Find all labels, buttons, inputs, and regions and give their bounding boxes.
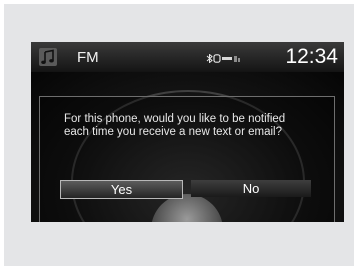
music-note-icon[interactable] (39, 48, 57, 66)
bluetooth-phone-indicators (206, 54, 240, 63)
yes-button[interactable]: Yes (60, 180, 183, 199)
signal-icon (222, 56, 240, 62)
clock: 12:34 (285, 45, 338, 68)
bluetooth-icon (206, 54, 213, 63)
status-bar: FM 12:34 (31, 42, 344, 72)
no-button[interactable]: No (191, 180, 311, 197)
phone-icon (213, 54, 221, 63)
audio-source-label: FM (77, 49, 99, 66)
dialog-message: For this phone, would you like to be not… (64, 113, 286, 138)
display-screen: FM 12:34 For this phone, would you like … (31, 42, 344, 222)
